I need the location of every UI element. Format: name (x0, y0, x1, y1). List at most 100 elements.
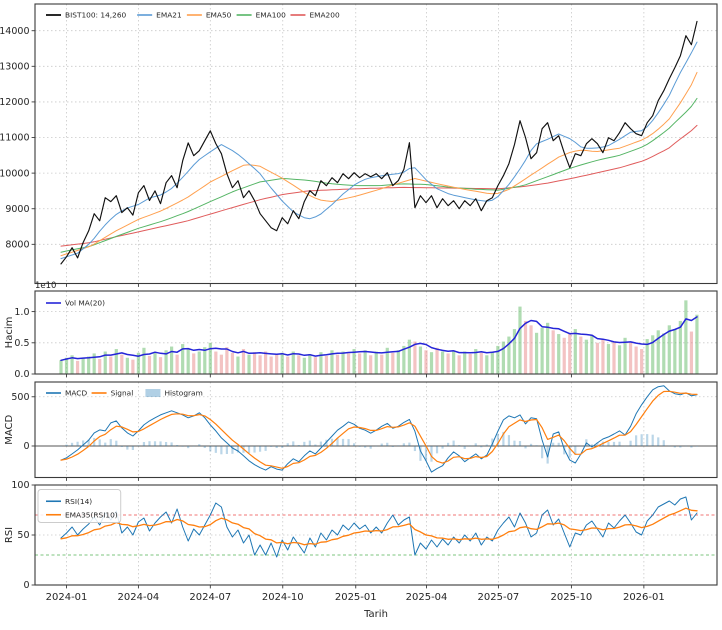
volume-bar (192, 353, 195, 374)
volume-bar (601, 339, 604, 374)
macd-histogram-bar (182, 446, 184, 447)
macd-histogram-bar (65, 445, 67, 446)
macd-histogram-bar (204, 446, 206, 448)
volume-bar (159, 357, 162, 374)
volume-bar (142, 348, 145, 374)
legend-label: EMA200 (309, 11, 340, 20)
volume-bar (336, 355, 339, 374)
macd-histogram-bar (408, 443, 410, 446)
macd-histogram-bar (403, 443, 405, 446)
legend-label: RSI(14) (65, 497, 92, 506)
legend-patch (145, 389, 160, 397)
macd-histogram-bar (220, 446, 222, 454)
macd-histogram-bar (148, 441, 150, 446)
volume-bar (225, 347, 228, 374)
macd-histogram-bar (143, 442, 145, 446)
volume-bar (447, 353, 450, 374)
macd-histogram-bar (187, 446, 189, 448)
legend-label: Vol MA(20) (65, 299, 105, 308)
legend-label: EMA21 (156, 11, 182, 20)
legend-label: Signal (111, 389, 134, 398)
volume-bar (629, 343, 632, 374)
macd-histogram-bar (696, 446, 698, 447)
macd-histogram-bar (359, 446, 361, 447)
volume-bar (463, 352, 466, 374)
volume-bar (297, 355, 300, 374)
volume-bar (314, 357, 317, 374)
macd-histogram-bar (646, 434, 648, 446)
macd-histogram-bar (541, 446, 543, 458)
volume-bar (76, 361, 79, 374)
volume-bar (419, 347, 422, 374)
volume-bar (485, 355, 488, 374)
volume-bar (684, 300, 687, 374)
figure: 800090001000011000120001300014000BIST100… (0, 0, 722, 626)
x-tick-label: 2024-07 (189, 592, 231, 603)
macd-histogram-bar (513, 441, 515, 446)
macd-histogram-bar (674, 446, 676, 447)
macd-histogram-bar (99, 439, 101, 446)
macd-histogram-bar (552, 443, 554, 446)
macd-histogram-bar (320, 442, 322, 446)
volume-bar (253, 352, 256, 374)
macd-histogram-bar (524, 446, 526, 448)
macd-histogram-bar (353, 443, 355, 446)
volume-bar (635, 347, 638, 374)
volume-bar (308, 354, 311, 374)
y-tick-label: 8000 (5, 240, 29, 251)
rsi-axis-label: RSI (4, 527, 15, 543)
volume-bar (391, 353, 394, 374)
macd-histogram-bar (292, 441, 294, 446)
macd-legend: MACD Signal Histogram (46, 389, 203, 398)
volume-bar (364, 350, 367, 374)
x-tick-label: 2024-04 (118, 592, 160, 603)
macd-histogram-bar (342, 439, 344, 446)
macd-histogram-bar (475, 443, 477, 446)
macd-histogram-bar (607, 442, 609, 446)
macd-histogram-bar (364, 446, 366, 448)
volume-bar (408, 340, 411, 374)
volume-bar (341, 352, 344, 374)
y-tick-label: 0 (23, 441, 29, 452)
macd-histogram-bar (414, 446, 416, 451)
legend-label: MACD (65, 389, 87, 398)
y-tick-label: 50 (17, 530, 29, 541)
volume-bar (203, 347, 206, 374)
macd-histogram-bar (375, 446, 377, 447)
volume-bar (82, 358, 85, 374)
x-tick-label: 2025-07 (478, 592, 520, 603)
volume-bar (552, 330, 555, 374)
macd-histogram-bar (276, 446, 278, 448)
macd-histogram-bar (519, 441, 521, 446)
volume-bar (120, 355, 123, 374)
volume-bar (87, 357, 90, 374)
volume-bar (413, 342, 416, 374)
macd-histogram-bar (159, 441, 161, 446)
macd-histogram-bar (441, 446, 443, 449)
macd-histogram-bar (248, 446, 250, 453)
volume-bar (480, 353, 483, 374)
volume-bar (524, 321, 527, 374)
volume-bar (270, 357, 273, 374)
macd-histogram-bar (436, 446, 438, 453)
macd-histogram-bar (198, 444, 200, 446)
macd-histogram-bar (347, 439, 349, 446)
y-tick-label: 14000 (0, 26, 30, 37)
macd-histogram-bar (126, 446, 128, 450)
macd-histogram-bar (309, 441, 311, 446)
volume-bar (673, 329, 676, 374)
volume-bar (231, 353, 234, 374)
volume-bar (209, 343, 212, 374)
macd-histogram-bar (657, 437, 659, 446)
volume-bar (541, 328, 544, 374)
macd-histogram-bar (381, 444, 383, 446)
y-tick-label: 100 (11, 480, 29, 491)
volume-bar (148, 356, 151, 374)
macd-histogram-bar (458, 445, 460, 446)
volume-bar (303, 358, 306, 374)
volume-bar (98, 359, 101, 374)
macd-histogram-bar (226, 446, 228, 454)
legend-label: Histogram (164, 389, 202, 398)
macd-histogram-bar (253, 446, 255, 453)
y-tick-label: 1.0 (14, 307, 29, 318)
